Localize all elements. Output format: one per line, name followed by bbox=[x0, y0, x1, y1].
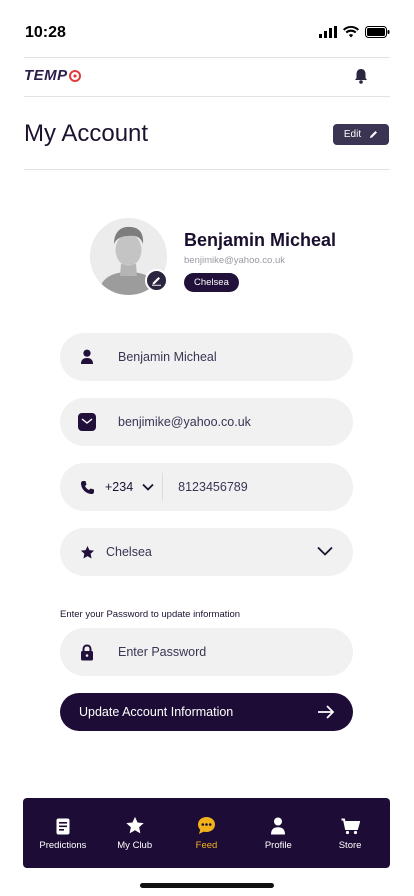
avatar-edit-button[interactable] bbox=[145, 269, 168, 292]
app-logo[interactable]: TEMP bbox=[24, 67, 81, 84]
arrow-right-icon bbox=[317, 704, 335, 723]
ball-logo-icon bbox=[68, 69, 81, 82]
club-badge: Chelsea bbox=[184, 273, 239, 292]
password-field[interactable]: Enter Password bbox=[60, 628, 353, 676]
nav-item-profile[interactable]: Profile bbox=[243, 815, 313, 851]
lock-icon bbox=[78, 643, 96, 661]
nav-item-store[interactable]: Store bbox=[315, 815, 385, 851]
nav-item-predictions[interactable]: Predictions bbox=[28, 815, 98, 851]
pencil-icon bbox=[370, 131, 378, 138]
nav-label: Feed bbox=[195, 840, 218, 851]
club-select-value: Chelsea bbox=[106, 545, 152, 559]
phone-icon bbox=[78, 478, 96, 496]
nav-label: My Club bbox=[117, 840, 153, 851]
app-header: TEMP bbox=[0, 58, 414, 96]
cart-icon bbox=[341, 815, 360, 835]
bottom-nav: Predictions My Club Feed Profile Store bbox=[23, 798, 390, 868]
status-icons bbox=[319, 26, 390, 38]
home-indicator bbox=[140, 883, 274, 888]
profile-email: benjimike@yahoo.co.uk bbox=[184, 255, 286, 266]
wifi-icon bbox=[343, 26, 359, 38]
phone-field[interactable]: +234 8123456789 bbox=[60, 463, 353, 511]
battery-icon bbox=[365, 26, 390, 38]
title-divider bbox=[24, 169, 390, 170]
name-field-value: Benjamin Micheal bbox=[118, 350, 217, 364]
star-icon bbox=[78, 543, 96, 561]
envelope-icon bbox=[78, 413, 96, 431]
update-account-label: Update Account Information bbox=[79, 705, 234, 719]
nav-item-my-club[interactable]: My Club bbox=[100, 815, 170, 851]
password-hint: Enter your Password to update informatio… bbox=[60, 609, 241, 620]
chevron-down-icon[interactable] bbox=[142, 483, 154, 491]
email-field-value: benjimike@yahoo.co.uk bbox=[118, 415, 251, 429]
nav-label: Store bbox=[338, 840, 362, 851]
cellular-signal-icon bbox=[319, 26, 337, 38]
club-select[interactable]: Chelsea bbox=[60, 528, 353, 576]
header-divider-bottom bbox=[24, 96, 390, 97]
country-code-select[interactable]: +234 bbox=[105, 480, 133, 494]
name-field[interactable]: Benjamin Micheal bbox=[60, 333, 353, 381]
page-title: My Account bbox=[24, 120, 149, 147]
profile-name: Benjamin Micheal bbox=[184, 230, 337, 250]
logo-text: TEMP bbox=[24, 67, 68, 84]
nav-item-feed[interactable]: Feed bbox=[171, 815, 241, 851]
nav-label: Predictions bbox=[39, 840, 87, 851]
password-placeholder: Enter Password bbox=[118, 645, 207, 659]
predictions-icon bbox=[56, 815, 70, 835]
star-icon bbox=[125, 815, 145, 835]
status-bar: 10:28 bbox=[0, 0, 414, 56]
nav-label: Profile bbox=[264, 840, 292, 851]
status-time: 10:28 bbox=[25, 24, 66, 41]
update-account-button[interactable]: Update Account Information bbox=[60, 693, 353, 731]
person-icon bbox=[78, 348, 96, 366]
phone-number-value: 8123456789 bbox=[178, 480, 248, 494]
phone-divider bbox=[162, 473, 164, 501]
edit-button[interactable]: Edit bbox=[333, 124, 389, 145]
person-icon bbox=[270, 815, 286, 835]
edit-button-label: Edit bbox=[343, 129, 362, 140]
pencil-icon bbox=[152, 277, 161, 286]
chat-bubble-icon bbox=[197, 815, 216, 835]
chevron-down-icon[interactable] bbox=[317, 545, 333, 559]
notification-bell-icon[interactable] bbox=[354, 68, 368, 89]
email-field[interactable]: benjimike@yahoo.co.uk bbox=[60, 398, 353, 446]
